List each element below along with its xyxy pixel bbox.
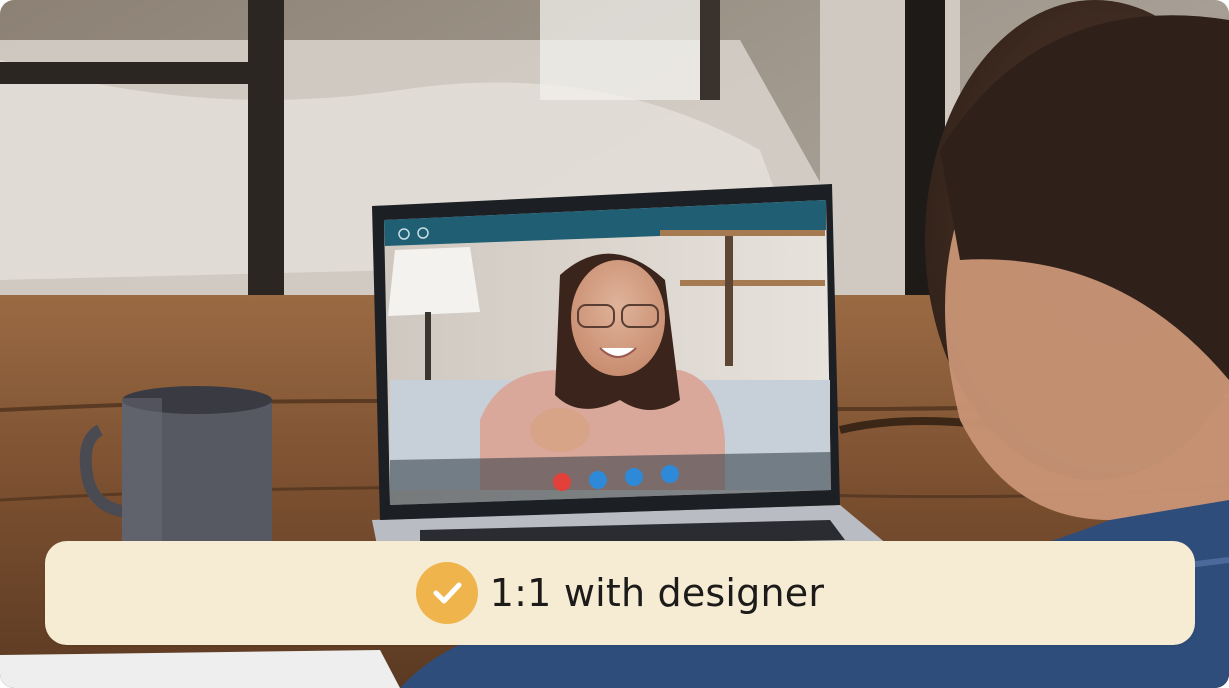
check-circle-icon (415, 562, 478, 624)
caption-text: 1:1 with designer (489, 571, 825, 615)
feature-caption: 1:1 with designer (45, 541, 1195, 645)
promo-card: 1:1 with designer (0, 0, 1229, 688)
